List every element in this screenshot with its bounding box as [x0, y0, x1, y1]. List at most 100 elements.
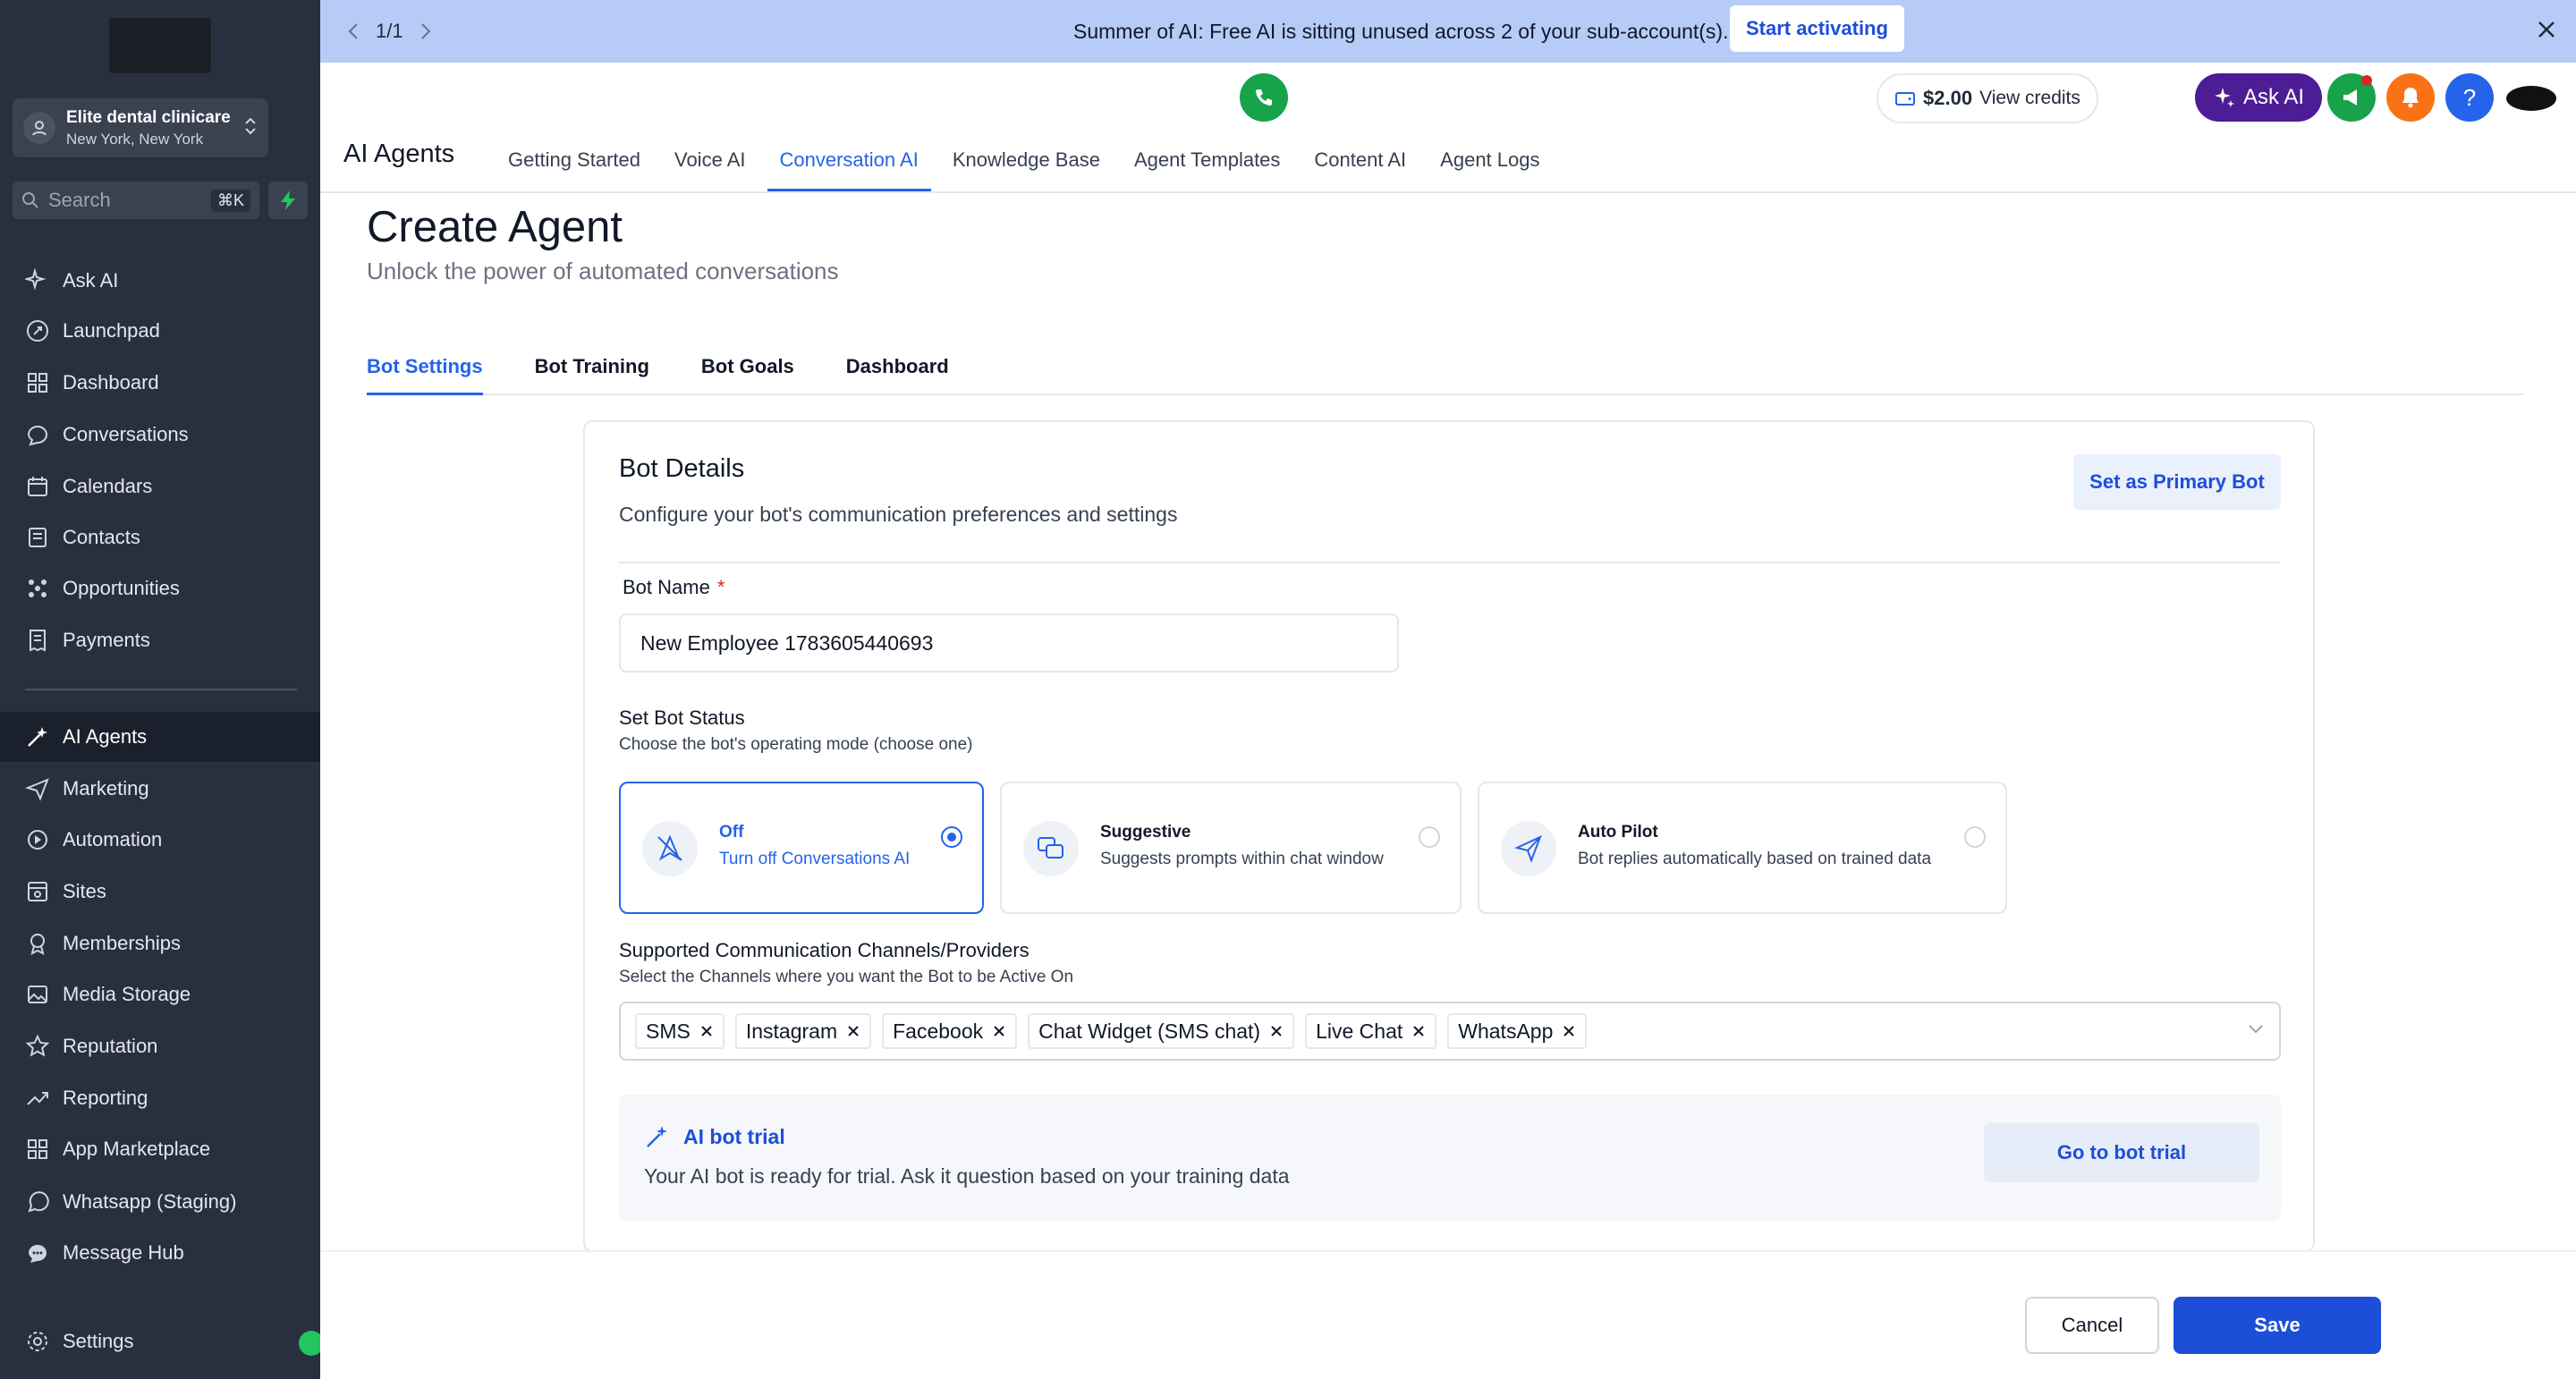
- cancel-button[interactable]: Cancel: [2025, 1297, 2159, 1354]
- sidebar-item-settings[interactable]: Settings: [0, 1316, 320, 1366]
- status-radio-off[interactable]: [941, 826, 962, 848]
- gear-icon: [28, 1332, 47, 1351]
- tab-bot-training[interactable]: Bot Training: [535, 340, 649, 395]
- page-title: Create Agent: [367, 203, 623, 251]
- sidebar-item-label: AI Agents: [63, 725, 148, 748]
- company-logo: [109, 18, 211, 73]
- tab-bot-settings[interactable]: Bot Settings: [367, 340, 483, 395]
- sidebar-item-app-marketplace[interactable]: App Marketplace: [0, 1124, 320, 1174]
- sidebar-item-sites[interactable]: Sites: [0, 867, 320, 917]
- banner-page-count: 1/1: [376, 20, 403, 42]
- account-name: Elite dental clinicare: [66, 107, 231, 127]
- sidebar-item-media-storage[interactable]: Media Storage: [0, 969, 320, 1019]
- status-option-title: Auto Pilot: [1578, 823, 1658, 842]
- tab-agent-logs[interactable]: Agent Logs: [1428, 131, 1552, 191]
- lightning-icon: [281, 190, 295, 210]
- close-icon[interactable]: [2537, 17, 2556, 46]
- sidebar-item-automation[interactable]: Automation: [0, 815, 320, 865]
- sidebar-item-ask-ai[interactable]: Ask AI: [0, 256, 320, 306]
- tab-voice-ai[interactable]: Voice AI: [662, 131, 758, 191]
- sidebar-item-label: Conversations: [63, 423, 189, 445]
- sidebar-item-label: Marketing: [63, 777, 149, 799]
- sidebar-item-memberships[interactable]: Memberships: [0, 918, 320, 969]
- contacts-icon: [29, 528, 47, 547]
- view-credits-link[interactable]: View credits: [1979, 88, 2080, 109]
- channel-chip-label: WhatsApp: [1458, 1019, 1554, 1043]
- sidebar-item-contacts[interactable]: Contacts: [0, 512, 320, 563]
- chevron-right-icon[interactable]: [419, 21, 432, 41]
- sidebar-item-message-hub[interactable]: Message Hub: [0, 1228, 320, 1278]
- ask-ai-button[interactable]: Ask AI: [2195, 73, 2323, 122]
- credits-pill[interactable]: $2.00 View credits: [1877, 73, 2098, 123]
- remove-chip-icon[interactable]: [992, 1024, 1006, 1038]
- sidebar-item-label: Payments: [63, 629, 150, 651]
- message-icon: [29, 1245, 47, 1263]
- sidebar-item-payments[interactable]: Payments: [0, 615, 320, 665]
- chevron-down-icon[interactable]: [2247, 1023, 2265, 1040]
- sidebar-item-ai-agents[interactable]: AI Agents: [0, 712, 320, 762]
- channel-chip: SMS: [635, 1013, 724, 1049]
- quick-action-button[interactable]: [268, 182, 308, 219]
- tab-conversation-ai[interactable]: Conversation AI: [767, 131, 931, 191]
- sidebar-item-launchpad[interactable]: Launchpad: [0, 306, 320, 356]
- status-radio-auto-pilot[interactable]: [1964, 826, 1986, 848]
- channel-chip: Instagram: [734, 1013, 872, 1049]
- tab-getting-started[interactable]: Getting Started: [496, 131, 653, 191]
- sidebar-item-label: Calendars: [63, 475, 153, 497]
- sidebar-item-whatsapp-staging[interactable]: Whatsapp (Staging): [0, 1177, 320, 1227]
- account-location: New York, New York: [66, 130, 204, 148]
- status-option-title: Off: [719, 823, 744, 842]
- sidebar-item-reporting[interactable]: Reporting: [0, 1073, 320, 1123]
- remove-chip-icon[interactable]: [699, 1024, 714, 1038]
- status-radio-suggestive[interactable]: [1419, 826, 1440, 848]
- app-header: $2.00 View credits Ask AI ? AI Agents Ge…: [320, 63, 2576, 193]
- start-activating-button[interactable]: Start activating: [1730, 5, 1904, 52]
- sidebar: Elite dental clinicare New York, New Yor…: [0, 0, 324, 1379]
- save-button[interactable]: Save: [2174, 1297, 2381, 1354]
- status-option-off[interactable]: Off Turn off Conversations AI: [619, 782, 984, 914]
- sidebar-divider: [25, 689, 297, 690]
- credits-amount: $2.00: [1923, 87, 1973, 109]
- channel-chip-label: Live Chat: [1316, 1019, 1403, 1043]
- sidebar-item-opportunities[interactable]: Opportunities: [0, 563, 320, 613]
- bot-name-input[interactable]: New Employee 1783605440693: [619, 613, 1399, 673]
- chevron-left-icon[interactable]: [347, 21, 360, 41]
- automation-icon: [28, 830, 47, 850]
- avatar[interactable]: [2506, 86, 2556, 111]
- sidebar-search[interactable]: Search ⌘K: [13, 182, 259, 219]
- announcement-icon[interactable]: [2327, 73, 2376, 122]
- status-option-auto-pilot[interactable]: Auto Pilot Bot replies automatically bas…: [1478, 782, 2007, 914]
- tab-knowledge-base[interactable]: Knowledge Base: [940, 131, 1113, 191]
- account-switcher[interactable]: Elite dental clinicare New York, New Yor…: [13, 98, 268, 157]
- phone-icon[interactable]: [1240, 73, 1288, 122]
- sidebar-item-label: Dashboard: [63, 371, 159, 393]
- remove-chip-icon[interactable]: [846, 1024, 860, 1038]
- bell-icon[interactable]: [2386, 73, 2435, 122]
- status-option-desc: Suggests prompts within chat window: [1100, 850, 1384, 868]
- sidebar-item-reputation[interactable]: Reputation: [0, 1021, 320, 1071]
- remove-chip-icon[interactable]: [1562, 1024, 1576, 1038]
- sites-icon: [28, 882, 47, 901]
- status-option-suggestive[interactable]: Suggestive Suggests prompts within chat …: [1000, 782, 1462, 914]
- sidebar-item-label: Sites: [63, 880, 106, 902]
- tab-agent-templates[interactable]: Agent Templates: [1122, 131, 1292, 191]
- remove-chip-icon[interactable]: [1269, 1024, 1284, 1038]
- sidebar-item-dashboard[interactable]: Dashboard: [0, 358, 320, 408]
- sidebar-item-conversations[interactable]: Conversations: [0, 410, 320, 460]
- search-icon: [22, 192, 38, 208]
- promo-banner: 1/1 Summer of AI: Free AI is sitting unu…: [320, 0, 2576, 63]
- set-primary-bot-button[interactable]: Set as Primary Bot: [2073, 454, 2281, 510]
- sidebar-item-calendars[interactable]: Calendars: [0, 461, 320, 512]
- remove-chip-icon[interactable]: [1411, 1024, 1426, 1038]
- bot-trial-panel: AI bot trial Your AI bot is ready for tr…: [619, 1095, 2281, 1222]
- go-to-bot-trial-button[interactable]: Go to bot trial: [1984, 1123, 2259, 1182]
- grid-icon: [28, 373, 47, 393]
- ai-agent-icon: [28, 727, 47, 747]
- notification-dot: [2361, 75, 2372, 86]
- tab-content-ai[interactable]: Content AI: [1301, 131, 1419, 191]
- tab-bot-goals[interactable]: Bot Goals: [701, 340, 794, 395]
- sidebar-item-marketing[interactable]: Marketing: [0, 764, 320, 814]
- help-icon[interactable]: ?: [2445, 73, 2494, 122]
- channels-multiselect[interactable]: SMS Instagram Facebook Chat Widget (SMS cha…: [619, 1002, 2281, 1061]
- tab-dashboard[interactable]: Dashboard: [846, 340, 949, 395]
